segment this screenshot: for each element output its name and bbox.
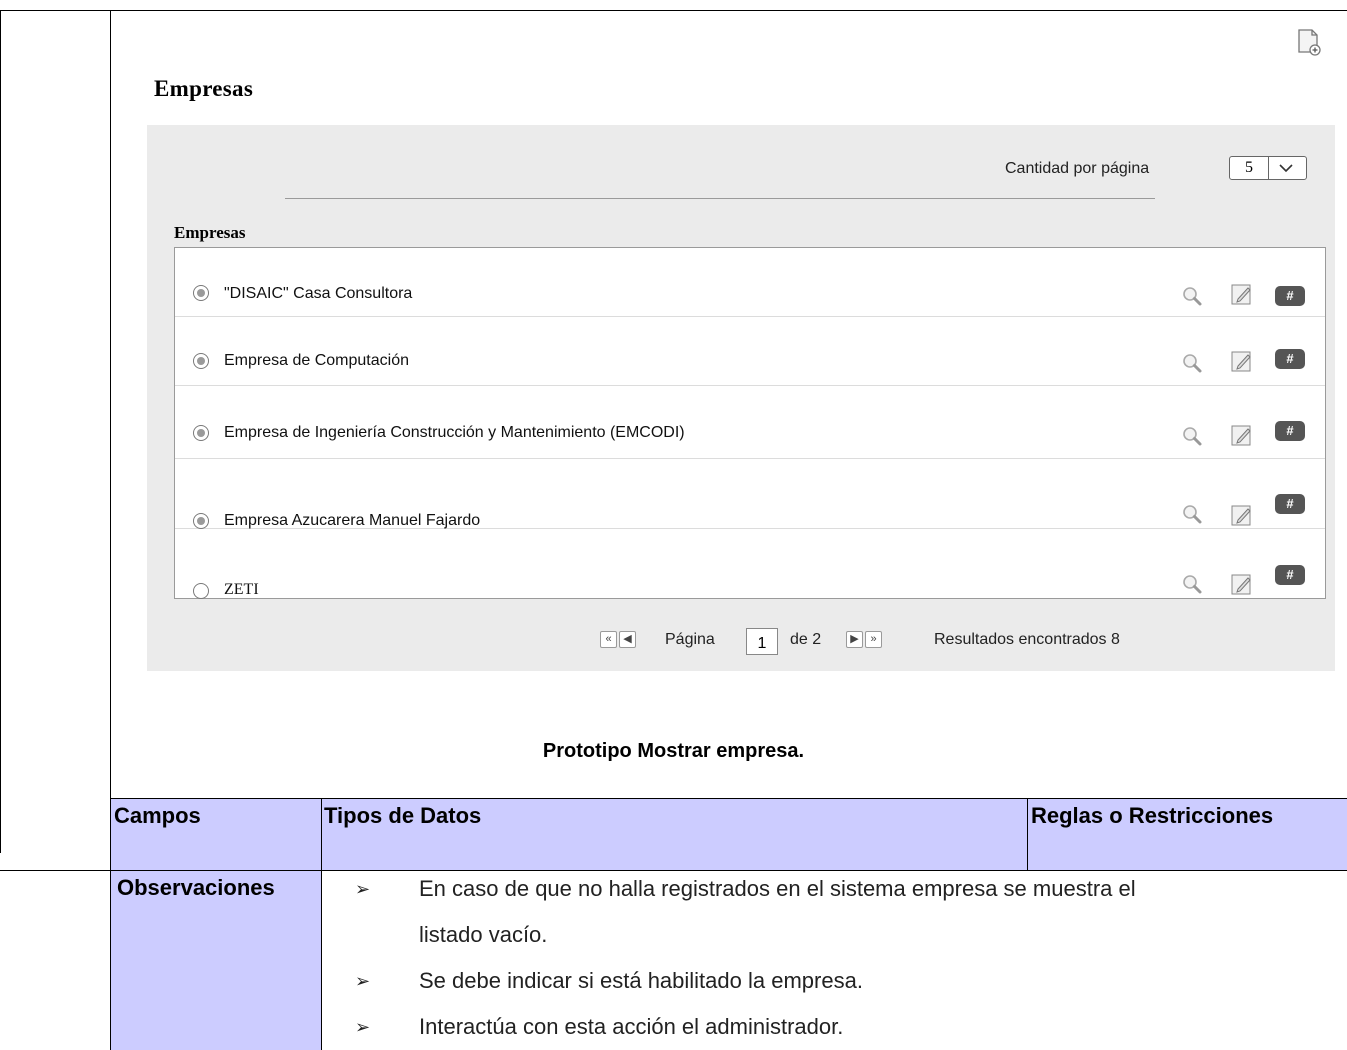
last-page-button[interactable]: » bbox=[865, 631, 882, 648]
code-icon[interactable]: # bbox=[1275, 494, 1305, 514]
edit-icon[interactable] bbox=[1230, 282, 1254, 306]
list-item: Empresa Azucarera Manuel Fajardo # bbox=[175, 458, 1325, 529]
row-label: Empresa de Ingeniería Construcción y Man… bbox=[224, 424, 685, 441]
radio-dot bbox=[197, 429, 205, 437]
per-page-value: 5 bbox=[1230, 157, 1269, 179]
list-item: Empresa de Computación # bbox=[175, 316, 1325, 386]
magnifier-icon[interactable] bbox=[1181, 503, 1203, 525]
radio-dot bbox=[197, 289, 205, 297]
table-top-border bbox=[110, 798, 1347, 799]
list-item: Empresa de Ingeniería Construcción y Man… bbox=[175, 385, 1325, 459]
edit-icon[interactable] bbox=[1230, 572, 1254, 596]
magnifier-icon[interactable] bbox=[1181, 425, 1203, 447]
page-label: Página bbox=[665, 631, 715, 648]
figure-caption: Prototipo Mostrar empresa. bbox=[542, 740, 805, 762]
header-reglas: Reglas o Restricciones bbox=[1031, 803, 1274, 828]
header-campos: Campos bbox=[114, 803, 201, 828]
magnifier-icon[interactable] bbox=[1181, 352, 1203, 374]
magnifier-icon[interactable] bbox=[1181, 285, 1203, 307]
companies-list: "DISAIC" Casa Consultora # Empresa de Co… bbox=[174, 247, 1326, 599]
code-icon[interactable]: # bbox=[1275, 421, 1305, 441]
row-radio[interactable] bbox=[193, 353, 209, 369]
row-label: ZETI bbox=[224, 581, 259, 598]
bullet-arrow-icon: ➢ bbox=[355, 879, 371, 899]
code-icon[interactable]: # bbox=[1275, 565, 1305, 585]
list-title: Empresas bbox=[174, 223, 246, 242]
magnifier-icon[interactable] bbox=[1181, 573, 1203, 595]
per-page-select[interactable]: 5 bbox=[1229, 156, 1307, 180]
top-border bbox=[0, 10, 1347, 11]
code-icon[interactable]: # bbox=[1275, 286, 1305, 306]
left-border bbox=[0, 10, 1, 853]
list-item: "DISAIC" Casa Consultora # bbox=[175, 248, 1325, 317]
row-radio[interactable] bbox=[193, 285, 209, 301]
list-item: ZETI # bbox=[175, 528, 1325, 599]
results-count: Resultados encontrados 8 bbox=[934, 631, 1120, 648]
bullet-arrow-icon: ➢ bbox=[355, 971, 371, 991]
first-page-button[interactable]: « bbox=[600, 631, 617, 648]
table-col-border bbox=[321, 798, 322, 1050]
page-of-label: de 2 bbox=[790, 631, 822, 648]
edit-icon[interactable] bbox=[1230, 503, 1254, 527]
observation-item: Interactúa con esta acción el administra… bbox=[419, 1014, 844, 1039]
new-document-icon[interactable] bbox=[1296, 28, 1322, 56]
row-radio[interactable] bbox=[193, 583, 209, 599]
radio-dot bbox=[197, 357, 205, 365]
observations-label: Observaciones bbox=[117, 875, 275, 900]
edit-icon[interactable] bbox=[1230, 423, 1254, 447]
table-col-border bbox=[1027, 798, 1028, 871]
chevron-down-icon bbox=[1279, 164, 1293, 173]
divider bbox=[285, 198, 1155, 199]
edit-icon[interactable] bbox=[1230, 349, 1254, 373]
row-label: Empresa de Computación bbox=[224, 352, 409, 369]
observation-item: Se debe indicar si está habilitado la em… bbox=[419, 968, 863, 993]
observation-item: listado vacío. bbox=[419, 922, 548, 947]
per-page-label: Cantidad por página bbox=[1005, 160, 1150, 177]
page-input[interactable]: 1 bbox=[746, 628, 778, 655]
table-row-border bbox=[0, 870, 1347, 871]
observation-item: En caso de que no halla registrados en e… bbox=[419, 876, 1136, 901]
radio-dot bbox=[197, 517, 205, 525]
bullet-arrow-icon: ➢ bbox=[355, 1017, 371, 1037]
row-label: "DISAIC" Casa Consultora bbox=[224, 285, 413, 302]
header-tipos: Tipos de Datos bbox=[324, 803, 482, 828]
row-radio[interactable] bbox=[193, 513, 209, 529]
next-page-button[interactable]: ▶ bbox=[846, 631, 863, 648]
prev-page-button[interactable]: ◀ bbox=[619, 631, 636, 648]
code-icon[interactable]: # bbox=[1275, 349, 1305, 369]
page-title: Empresas bbox=[154, 76, 254, 101]
companies-panel: Cantidad por página 5 Empresas "DISAIC" … bbox=[147, 125, 1335, 671]
row-radio[interactable] bbox=[193, 425, 209, 441]
